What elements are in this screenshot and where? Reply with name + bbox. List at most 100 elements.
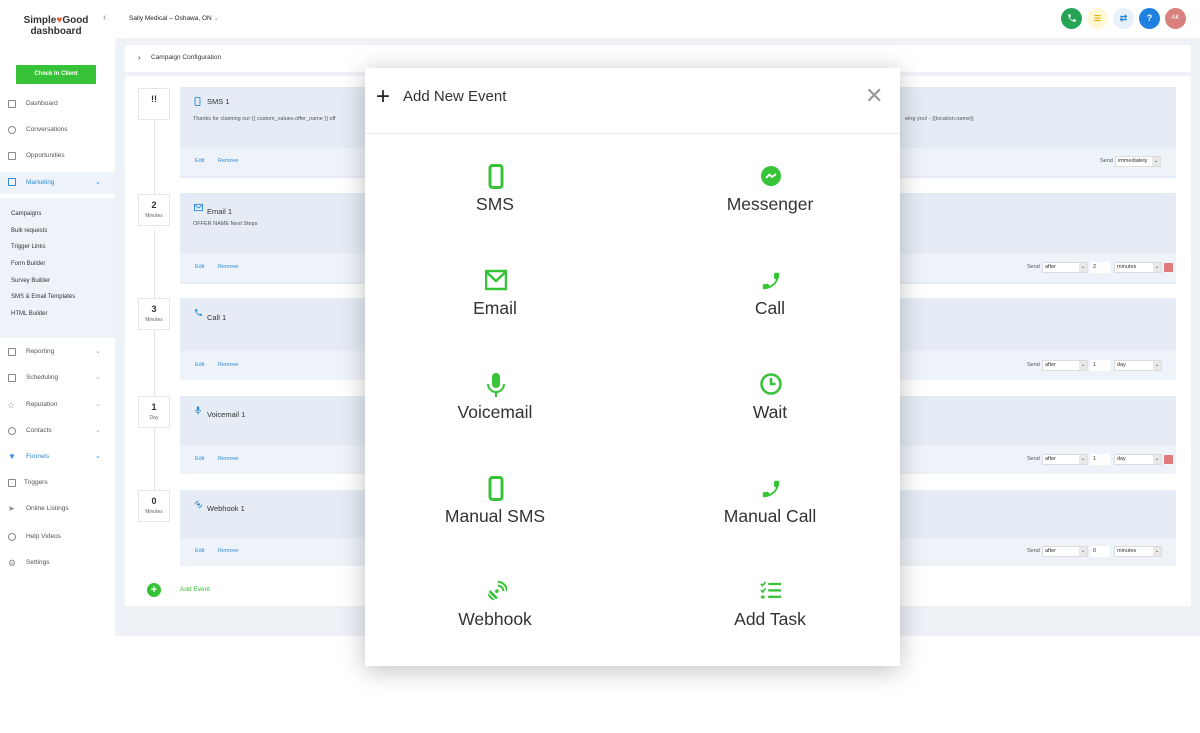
delay-amount-input[interactable]: 1: [1090, 360, 1110, 371]
chart-icon: [8, 348, 16, 356]
option-manual-call[interactable]: Manual Call: [645, 476, 895, 566]
send-timing-select[interactable]: after ⌄: [1042, 546, 1088, 557]
add-icon[interactable]: +: [147, 583, 161, 597]
switch-button[interactable]: ⇄: [1113, 8, 1134, 29]
option-webhook[interactable]: Webhook: [370, 579, 620, 669]
edit-link[interactable]: Edit: [195, 456, 204, 462]
remove-link[interactable]: Remove: [218, 362, 238, 368]
plus-icon: +: [376, 83, 391, 110]
avatar[interactable]: AK: [1165, 8, 1186, 29]
envelope-icon: [485, 269, 507, 291]
delay-period-select[interactable]: day ⌄: [1114, 454, 1162, 465]
sidebar-item-scheduling[interactable]: Scheduling ⌄: [0, 368, 115, 388]
sidebar-item-reputation[interactable]: ☆ Reputation ⌄: [0, 395, 115, 415]
chevron-down-icon: ⌄: [1153, 455, 1161, 464]
submenu-survey-builder[interactable]: Survey Builder: [11, 278, 50, 284]
sidebar-item-online-listings[interactable]: ➤ Online Listings: [0, 499, 115, 519]
logo-text-a: Simple: [23, 15, 57, 26]
submenu-bulk-requests[interactable]: Bulk requests: [11, 228, 47, 234]
sidebar-item-contacts[interactable]: Contacts ⌄: [0, 421, 115, 441]
sidebar-item-conversations[interactable]: Conversations: [0, 120, 115, 140]
delete-button[interactable]: [1164, 263, 1173, 272]
option-sms[interactable]: SMS: [370, 164, 620, 254]
edit-link[interactable]: Edit: [195, 362, 204, 368]
add-event-link[interactable]: Add Event: [180, 586, 210, 593]
edit-link[interactable]: Edit: [195, 158, 204, 164]
sidebar-item-opportunities[interactable]: Opportunities: [0, 146, 115, 166]
option-voicemail[interactable]: Voicemail: [370, 372, 620, 462]
option-wait[interactable]: Wait: [645, 372, 895, 462]
submenu-sms-email-templates[interactable]: SMS & Email Templates: [11, 294, 75, 300]
remove-link[interactable]: Remove: [218, 456, 238, 462]
sidebar-item-reporting[interactable]: Reporting ⌄: [0, 342, 115, 362]
send-timing-select[interactable]: after ⌄: [1042, 262, 1088, 273]
logo-text-b: Good: [62, 15, 89, 26]
option-label: Wait: [752, 402, 788, 422]
submenu-html-builder[interactable]: HTML Builder: [11, 311, 47, 317]
remove-link[interactable]: Remove: [218, 548, 238, 554]
sidebar-item-funnels[interactable]: ▼ Funnels ⌄: [0, 447, 115, 467]
chevron-down-icon: ⌄: [1152, 157, 1160, 166]
chevron-down-icon: ⌄: [1079, 263, 1087, 272]
option-add-task[interactable]: Add Task: [645, 579, 895, 669]
send-timing-select[interactable]: after ⌄: [1042, 360, 1088, 371]
option-label: Email: [473, 298, 517, 318]
sidebar-item-marketing[interactable]: Marketing ⌄: [0, 172, 115, 194]
event-title: Call 1: [207, 313, 227, 322]
chevron-down-icon: ⌄: [1153, 361, 1161, 370]
sidebar-item-label: Opportunities: [26, 152, 65, 159]
chevron-down-icon: ⌄: [1153, 547, 1161, 556]
check-in-client-button[interactable]: Check In Client: [16, 65, 96, 84]
edit-link[interactable]: Edit: [195, 264, 204, 270]
event-title: Email 1: [207, 207, 233, 216]
event-body-tail: eing you! - {{location.name}}: [905, 116, 974, 122]
location-selector[interactable]: Sally Medical – Oshawa, ON ⌄: [129, 14, 219, 22]
delay-period-select[interactable]: minutes ⌄: [1114, 262, 1162, 273]
phone-icon: [1067, 14, 1076, 22]
remove-link[interactable]: Remove: [218, 158, 238, 164]
delay-period-select[interactable]: day ⌄: [1114, 360, 1162, 371]
sidebar-item-settings[interactable]: ⚙ Settings: [0, 553, 115, 573]
send-timing-select[interactable]: after ⌄: [1042, 454, 1088, 465]
option-manual-sms[interactable]: Manual SMS: [370, 476, 620, 566]
list-icon: ☰: [1093, 14, 1102, 23]
option-call[interactable]: Call: [645, 268, 895, 358]
phone-device-icon: [488, 476, 504, 501]
phone-button[interactable]: [1061, 8, 1082, 29]
close-icon[interactable]: ✕: [865, 85, 883, 107]
submenu-campaigns[interactable]: Campaigns: [11, 211, 41, 217]
submenu-trigger-links[interactable]: Trigger Links: [11, 244, 45, 250]
delay-period-select[interactable]: minutes ⌄: [1114, 546, 1162, 557]
sidebar-item-triggers[interactable]: Triggers: [0, 473, 115, 493]
help-button[interactable]: ?: [1139, 8, 1160, 29]
chevron-down-icon: ⌄: [95, 374, 101, 381]
option-label: Messenger: [726, 194, 814, 214]
send-timing-select[interactable]: immediately ⌄: [1115, 156, 1161, 167]
remove-link[interactable]: Remove: [218, 264, 238, 270]
phone-handset-icon: [195, 309, 202, 316]
timeline-line: [154, 118, 155, 196]
sidebar-item-label: Dashboard: [26, 100, 58, 107]
delete-button[interactable]: [1164, 455, 1173, 464]
event-body: Thanks for claiming our {{ custom_values…: [193, 116, 336, 122]
delay-amount-input[interactable]: 1: [1090, 454, 1110, 465]
help-icon: ?: [1146, 13, 1153, 23]
collapse-sidebar-icon[interactable]: ‹: [103, 12, 106, 23]
sidebar-item-help-videos[interactable]: Help Videos: [0, 527, 115, 547]
logo[interactable]: Simple♥Good dashboard: [18, 15, 94, 37]
submenu-form-builder[interactable]: Form Builder: [11, 261, 45, 267]
delay-amount-input[interactable]: 2: [1090, 262, 1110, 273]
send-timing-value: after: [1045, 456, 1057, 462]
edit-link[interactable]: Edit: [195, 548, 204, 554]
tasks-button[interactable]: ☰: [1087, 8, 1108, 29]
help-icon: [8, 533, 16, 541]
delay-number: 1: [151, 402, 157, 412]
option-email[interactable]: Email: [370, 268, 620, 358]
sidebar-item-label: Funnels: [26, 453, 50, 460]
dashboard-icon: [8, 100, 16, 108]
delay-amount-input[interactable]: 0: [1090, 546, 1110, 557]
sidebar-item-dashboard[interactable]: Dashboard: [0, 94, 115, 114]
chevron-down-icon: ⌄: [95, 348, 101, 355]
send-timing-value: after: [1045, 362, 1057, 368]
option-messenger[interactable]: Messenger: [645, 164, 895, 254]
